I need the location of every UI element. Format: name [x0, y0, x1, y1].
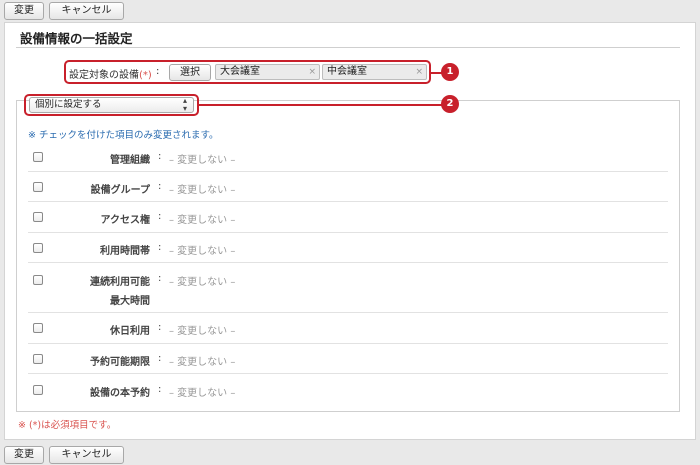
row-checkbox[interactable]	[33, 152, 43, 162]
row-value: – 変更しない –	[169, 185, 236, 196]
row-divider	[28, 343, 668, 344]
row-value: – 変更しない –	[169, 357, 236, 368]
target-label: 設定対象の設備	[69, 70, 139, 81]
facility-chip-label: 中会議室	[327, 66, 367, 77]
select-arrows-icon: ▴ ▾	[182, 96, 187, 113]
row-colon: :	[158, 151, 162, 162]
required-note: ※ (*)は必須項目です。	[18, 420, 117, 431]
facility-chip-label: 大会議室	[220, 66, 260, 77]
row-label: 管理組織	[110, 155, 150, 166]
row-label: 休日利用	[110, 326, 150, 337]
target-label-row: 設定対象の設備(*)	[69, 66, 152, 81]
target-colon: :	[156, 66, 160, 77]
facility-chip: 中会議室 ×	[322, 64, 427, 80]
row-divider	[28, 232, 668, 233]
facility-chip: 大会議室 ×	[215, 64, 320, 80]
row-label: アクセス権	[100, 215, 151, 226]
row-colon: :	[158, 322, 162, 333]
row-checkbox[interactable]	[33, 323, 43, 333]
row-divider	[28, 262, 668, 263]
row-checkbox[interactable]	[33, 212, 43, 222]
callout-badge-2: 2	[441, 95, 459, 113]
row-checkbox[interactable]	[33, 243, 43, 253]
row-divider	[28, 171, 668, 172]
row-value: – 変更しない –	[169, 246, 236, 257]
row-colon: :	[158, 242, 162, 253]
row-value: – 変更しない –	[169, 388, 236, 399]
remove-chip-icon[interactable]: ×	[415, 65, 423, 79]
row-divider	[28, 201, 668, 202]
row-value: – 変更しない –	[169, 215, 236, 226]
callout-line-2	[199, 104, 442, 106]
row-divider	[28, 373, 668, 374]
notice-text: ※ チェックを付けた項目のみ変更されます。	[28, 130, 219, 141]
callout-badge-1: 1	[441, 63, 459, 81]
change-button-top[interactable]: 変更	[4, 2, 44, 20]
mode-select[interactable]: 個別に設定する ▴ ▾	[29, 97, 194, 113]
mode-select-value: 個別に設定する	[35, 99, 102, 110]
row-checkbox[interactable]	[33, 385, 43, 395]
row-label: 予約可能期限	[90, 357, 150, 368]
page-title: 設備情報の一括設定	[20, 31, 133, 46]
row-label: 利用時間帯	[100, 246, 150, 257]
row-label-line2: 最大時間	[110, 296, 150, 307]
row-colon: :	[158, 384, 162, 395]
row-value: – 変更しない –	[169, 326, 236, 337]
change-button-bottom[interactable]: 変更	[4, 446, 44, 464]
cancel-button-bottom[interactable]: キャンセル	[49, 446, 124, 464]
row-colon: :	[158, 211, 162, 222]
row-colon: :	[158, 181, 162, 192]
row-checkbox[interactable]	[33, 182, 43, 192]
row-label: 設備の本予約	[90, 388, 150, 399]
cancel-button-top[interactable]: キャンセル	[49, 2, 124, 20]
row-value: – 変更しない –	[169, 277, 236, 288]
select-facility-button[interactable]: 選択	[169, 64, 211, 81]
row-divider	[28, 312, 668, 313]
required-mark: (*)	[139, 70, 152, 81]
row-checkbox[interactable]	[33, 354, 43, 364]
remove-chip-icon[interactable]: ×	[308, 65, 316, 79]
row-checkbox[interactable]	[33, 275, 43, 285]
title-divider	[16, 47, 680, 48]
row-label: 設備グループ	[90, 185, 150, 196]
row-colon: :	[158, 353, 162, 364]
row-value: – 変更しない –	[169, 155, 236, 166]
row-label: 連続利用可能	[90, 277, 150, 288]
row-colon: :	[158, 273, 162, 284]
